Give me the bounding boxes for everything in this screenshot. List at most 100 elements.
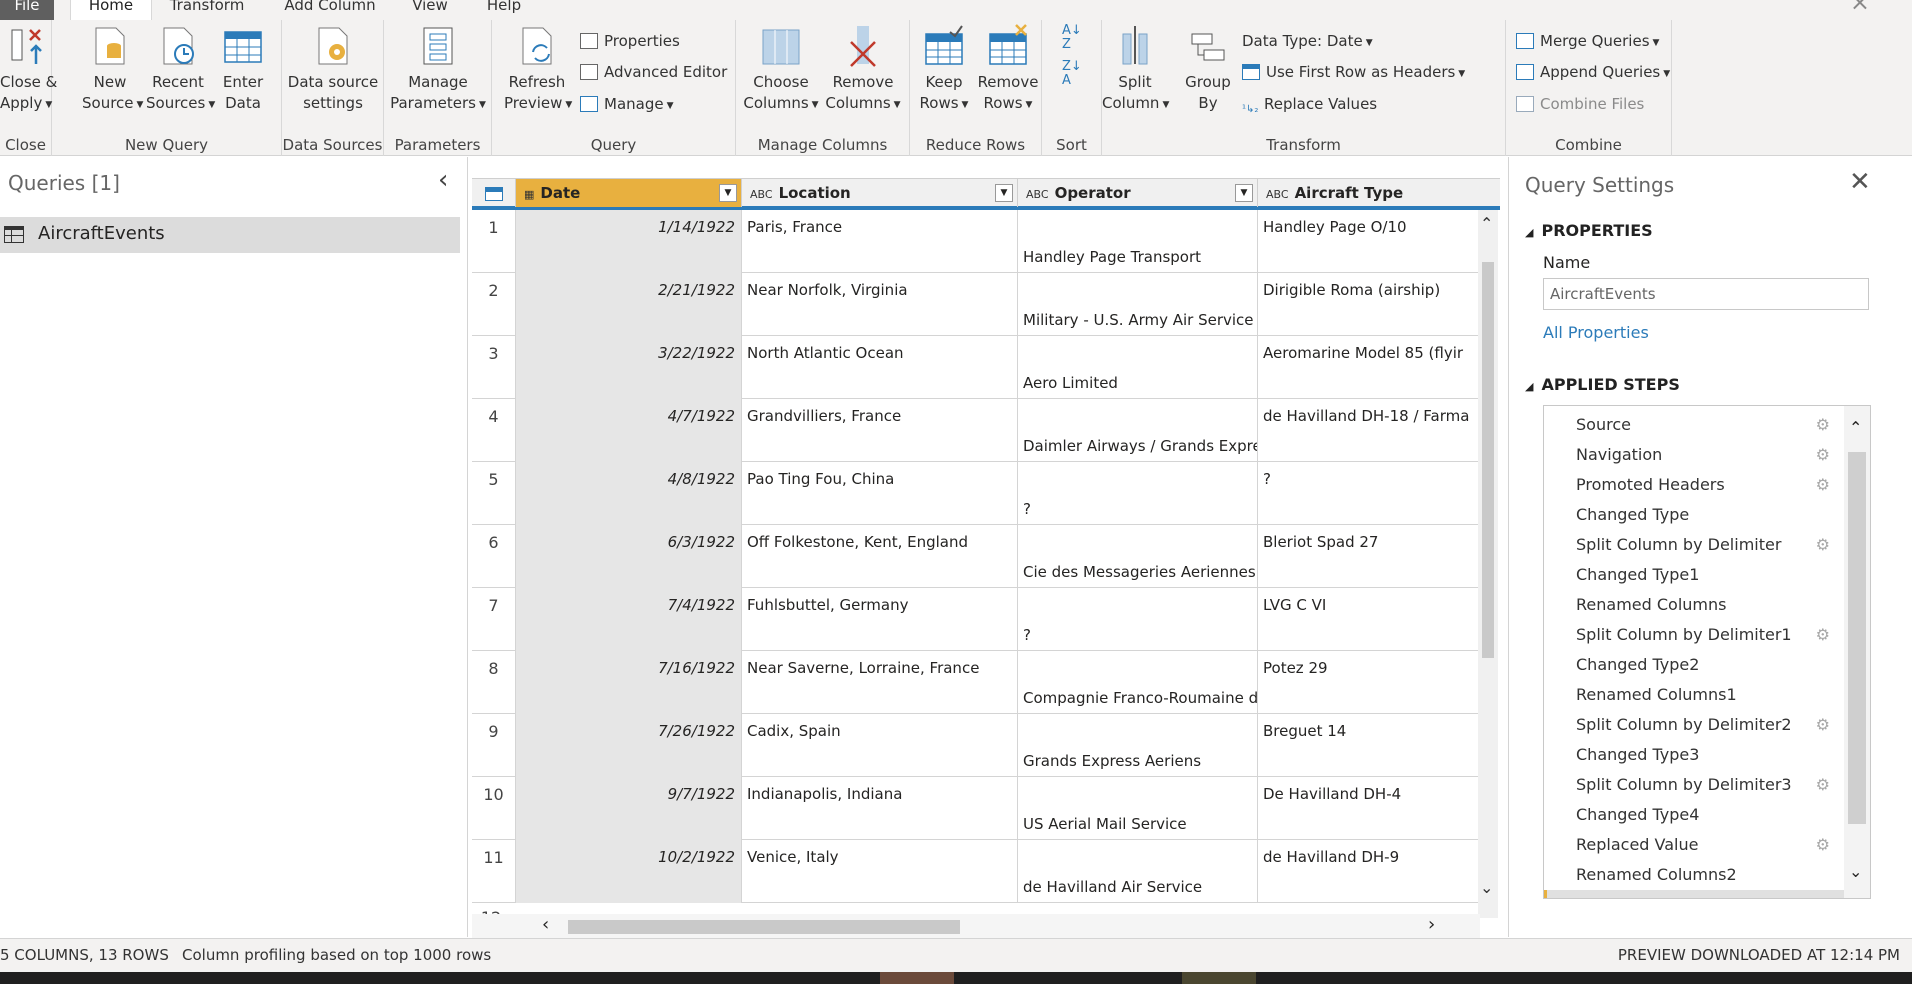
gear-icon[interactable]: ⚙	[1816, 470, 1830, 500]
scroll-right-icon[interactable]: ›	[1428, 914, 1435, 935]
column-header-aircraft-type[interactable]: ABC Aircraft Type	[1258, 179, 1480, 207]
remove-columns-button[interactable]: Remove Columns ▼	[822, 24, 904, 116]
column-header-location[interactable]: ABC Location ▼	[742, 179, 1018, 207]
applied-step-item[interactable]: Split Column by Delimiter1 ⚙	[1544, 620, 1844, 650]
row-number[interactable]: 6	[472, 525, 516, 588]
cell-aircraft-type[interactable]: Breguet 14	[1258, 714, 1480, 777]
cell-date[interactable]: 3/22/1922	[516, 336, 742, 399]
append-queries-button[interactable]: Append Queries ▼	[1516, 60, 1670, 84]
sort-descending-button[interactable]: Z↓ A	[1062, 60, 1082, 88]
recent-sources-button[interactable]: Recent Sources ▼	[146, 24, 215, 116]
properties-section-header[interactable]: ◢ PROPERTIES	[1525, 221, 1653, 240]
cell-aircraft-type[interactable]: LVG C VI	[1258, 588, 1480, 651]
cell-location[interactable]: Pao Ting Fou, China	[742, 462, 1018, 525]
tab-add-column[interactable]: Add Column	[280, 0, 380, 20]
cell-date[interactable]: 6/3/1922	[516, 525, 742, 588]
table-menu-button[interactable]	[472, 179, 516, 207]
scroll-thumb[interactable]	[1482, 262, 1494, 658]
cell-date[interactable]: 4/8/1922	[516, 462, 742, 525]
window-close-icon[interactable]: ×	[1850, 0, 1870, 16]
tab-help[interactable]: Help	[482, 0, 526, 20]
data-type-dropdown[interactable]: Data Type: Date ▼	[1242, 29, 1373, 53]
table-row[interactable]: 10 9/7/1922 Indianapolis, Indiana US Aerial…	[472, 777, 1480, 840]
scroll-down-icon[interactable]: ⌄	[1849, 862, 1862, 881]
cell-date[interactable]: 7/16/1922	[516, 651, 742, 714]
cell-aircraft-type[interactable]: Dirigible Roma (airship)	[1258, 273, 1480, 336]
scroll-thumb[interactable]	[1848, 452, 1866, 824]
cell-operator[interactable]: Military - U.S. Army Air Service	[1018, 273, 1258, 336]
applied-step-item[interactable]: Changed Type3	[1544, 740, 1844, 770]
refresh-preview-button[interactable]: Refresh Preview ▼	[504, 24, 572, 116]
row-number[interactable]: 11	[472, 840, 516, 903]
data-source-settings-button[interactable]: Data source settings	[282, 24, 384, 114]
table-row[interactable]: 7 7/4/1922 Fuhlsbuttel, Germany? LVG C VI	[472, 588, 1480, 651]
filter-dropdown-icon[interactable]: ▼	[995, 184, 1013, 202]
cell-location[interactable]: Cadix, Spain	[742, 714, 1018, 777]
applied-step-item[interactable]: Renamed Columns	[1544, 590, 1844, 620]
cell-aircraft-type[interactable]: Aeromarine Model 85 (flyir	[1258, 336, 1480, 399]
gear-icon[interactable]: ⚙	[1816, 410, 1830, 440]
cell-operator[interactable]: US Aerial Mail Service	[1018, 777, 1258, 840]
split-column-button[interactable]: Split Column ▼	[1102, 24, 1169, 116]
filter-dropdown-icon[interactable]: ▼	[1235, 184, 1253, 202]
tab-transform[interactable]: Transform	[166, 0, 248, 20]
taskbar-app-icon[interactable]	[1182, 972, 1256, 984]
taskbar-app-icon[interactable]	[880, 972, 954, 984]
cell-operator[interactable]: ?	[1018, 588, 1258, 651]
remove-rows-button[interactable]: Remove Rows ▼	[976, 24, 1040, 116]
table-row[interactable]: 2 2/21/1922 Near Norfolk, Virginia Military…	[472, 273, 1480, 336]
merge-queries-button[interactable]: Merge Queries ▼	[1516, 29, 1659, 53]
table-row[interactable]: 9 7/26/1922 Cadix, Spain Grands Express Aer…	[472, 714, 1480, 777]
cell-aircraft-type[interactable]: ?	[1258, 462, 1480, 525]
column-header-date[interactable]: ▦ Date ▼	[516, 179, 742, 207]
applied-step-item[interactable]: Changed Type2	[1544, 650, 1844, 680]
cell-operator[interactable]: Daimler Airways / Grands Expres	[1018, 399, 1258, 462]
cell-date[interactable]: 1/14/1922	[516, 210, 742, 273]
advanced-editor-button[interactable]: Advanced Editor	[580, 60, 727, 84]
row-number[interactable]: 1	[472, 210, 516, 273]
applied-step-item[interactable]: Renamed Columns2	[1544, 860, 1844, 890]
sort-ascending-button[interactable]: A↓ Z	[1062, 24, 1082, 52]
scroll-thumb[interactable]	[568, 920, 960, 934]
cell-location[interactable]: Near Saverne, Lorraine, France	[742, 651, 1018, 714]
cell-operator[interactable]: ?	[1018, 462, 1258, 525]
cell-date[interactable]: 4/7/1922	[516, 399, 742, 462]
cell-operator[interactable]: Handley Page Transport	[1018, 210, 1258, 273]
cell-date[interactable]: 2/21/1922	[516, 273, 742, 336]
manage-parameters-button[interactable]: Manage Parameters ▼	[384, 24, 492, 116]
gear-icon[interactable]: ⚙	[1816, 530, 1830, 560]
close-icon[interactable]: ✕	[1849, 167, 1871, 197]
collapse-chevron-left-icon[interactable]: ‹	[438, 165, 448, 195]
filter-dropdown-icon[interactable]: ▼	[719, 184, 737, 202]
cell-aircraft-type[interactable]: Bleriot Spad 27	[1258, 525, 1480, 588]
steps-scrollbar[interactable]: ⌃ ⌄	[1844, 406, 1870, 898]
cell-operator[interactable]: Aero Limited	[1018, 336, 1258, 399]
cell-location[interactable]: Indianapolis, Indiana	[742, 777, 1018, 840]
scroll-up-icon[interactable]: ⌃	[1480, 214, 1493, 233]
cell-aircraft-type[interactable]: de Havilland DH-18 / Farma	[1258, 399, 1480, 462]
gear-icon[interactable]: ⚙	[1816, 830, 1830, 860]
cell-operator[interactable]: Grands Express Aeriens	[1018, 714, 1258, 777]
cell-date[interactable]: 10/2/1922	[516, 840, 742, 903]
new-source-button[interactable]: New Source ▼	[82, 24, 143, 116]
applied-step-item[interactable]: Renamed Columns1	[1544, 680, 1844, 710]
applied-step-item[interactable]: Navigation ⚙	[1544, 440, 1844, 470]
cell-operator[interactable]: Compagnie Franco-Roumaine de	[1018, 651, 1258, 714]
close-apply-button[interactable]: Close & Apply ▼	[0, 24, 57, 116]
table-row[interactable]: 1 1/14/1922 Paris, France Handley Page Tran…	[472, 210, 1480, 273]
tab-view[interactable]: View	[408, 0, 452, 20]
applied-step-item[interactable]: Split Column by Delimiter2 ⚙	[1544, 710, 1844, 740]
cell-location[interactable]: Grandvilliers, France	[742, 399, 1018, 462]
gear-icon[interactable]: ⚙	[1816, 710, 1830, 740]
cell-aircraft-type[interactable]: de Havilland DH-9	[1258, 840, 1480, 903]
enter-data-button[interactable]: Enter Data	[218, 24, 268, 114]
gear-icon[interactable]: ⚙	[1816, 620, 1830, 650]
tab-file[interactable]: File	[0, 0, 54, 20]
all-properties-link[interactable]: All Properties	[1543, 323, 1649, 342]
group-by-button[interactable]: Group By	[1180, 24, 1236, 114]
column-header-operator[interactable]: ABC Operator ▼	[1018, 179, 1258, 207]
column-profiling-status[interactable]: Column profiling based on top 1000 rows	[182, 946, 491, 964]
gear-icon[interactable]: ⚙	[1816, 770, 1830, 800]
cell-aircraft-type[interactable]: De Havilland DH-4	[1258, 777, 1480, 840]
tab-home[interactable]: Home	[70, 0, 152, 20]
